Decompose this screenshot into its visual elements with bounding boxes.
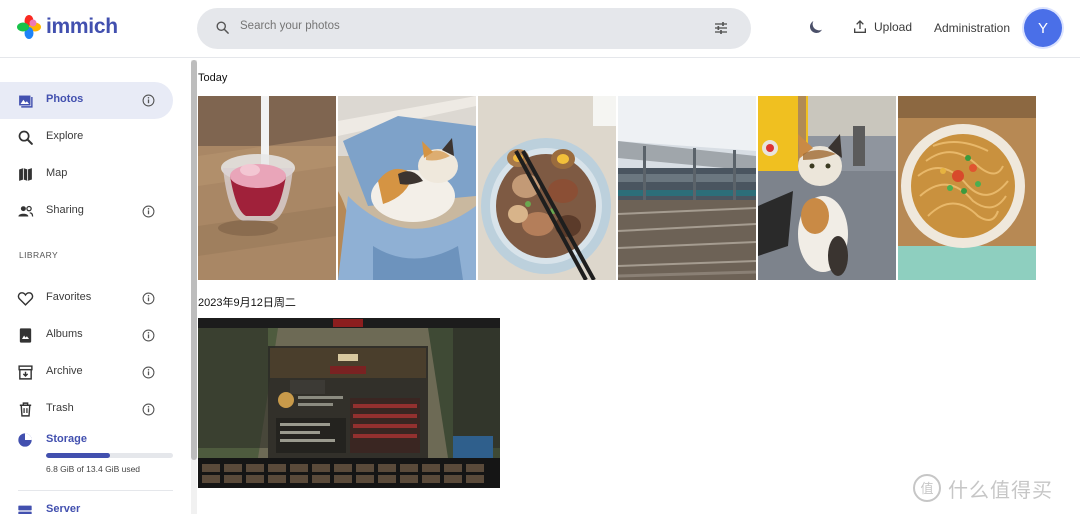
svg-text:值: 值 <box>920 481 933 497</box>
info-icon[interactable] <box>142 94 155 107</box>
storage-progress-bar <box>46 453 173 458</box>
date-group-title: Today <box>198 72 228 84</box>
sidebar-item-label: Explore <box>46 130 84 142</box>
sidebar-item-photos[interactable]: Photos <box>0 82 173 119</box>
server-label[interactable]: Server <box>46 503 80 514</box>
upload-button[interactable]: Upload <box>852 19 912 35</box>
photo-cat-chair[interactable] <box>338 96 476 280</box>
sidebar-item-label: Albums <box>46 328 83 340</box>
sidebar-divider <box>18 490 173 491</box>
sidebar-item-label: Map <box>46 167 68 179</box>
sidebar-item-label: Photos <box>46 93 84 105</box>
storage-pie-icon <box>18 433 32 447</box>
scrollbar-thumb[interactable] <box>191 60 197 460</box>
sidebar-item-label: Sharing <box>46 204 84 216</box>
archive-icon <box>18 365 33 380</box>
storage-usage-text: 6.8 GiB of 13.4 GiB used <box>46 464 141 474</box>
server-icon <box>18 505 32 514</box>
sharing-icon <box>18 205 34 217</box>
photos-icon <box>19 95 33 108</box>
search-bar[interactable] <box>197 8 751 49</box>
sidebar-item-label: Favorites <box>46 291 92 303</box>
sidebar-item-explore[interactable]: Explore <box>0 119 173 156</box>
map-icon <box>19 168 32 181</box>
app-logo[interactable]: immich <box>16 14 118 40</box>
photo-noodles[interactable] <box>898 96 1036 280</box>
app-name: immich <box>46 15 118 38</box>
user-avatar[interactable]: Y <box>1024 9 1062 47</box>
upload-icon <box>854 20 866 33</box>
explore-icon <box>18 130 33 145</box>
upload-label: Upload <box>874 20 913 34</box>
sidebar-item-sharing[interactable]: Sharing <box>0 193 173 230</box>
sidebar-item-label: Trash <box>46 402 74 414</box>
sidebar-item-map[interactable]: Map <box>0 156 173 193</box>
photo-dessert[interactable] <box>198 96 336 280</box>
sidebar-item-label: Archive <box>46 365 83 377</box>
search-icon <box>216 21 229 34</box>
watermark: 值 什么值得买 <box>912 473 1053 503</box>
search-filter-icon[interactable] <box>713 20 729 36</box>
search-input[interactable] <box>240 20 680 32</box>
albums-icon <box>19 328 32 343</box>
photo-food-bowl[interactable] <box>478 96 616 280</box>
date-group-title: 2023年9月12日周二 <box>198 297 296 309</box>
sidebar-item-trash[interactable]: Trash <box>0 391 173 428</box>
sidebar-scrollbar[interactable] <box>191 60 197 514</box>
photo-game-screenshot[interactable] <box>198 318 500 488</box>
info-icon[interactable] <box>142 205 155 218</box>
watermark-text: 什么值得买 <box>948 477 1053 502</box>
administration-link[interactable]: Administration <box>934 21 1010 35</box>
storage-progress-fill <box>46 453 111 458</box>
info-icon[interactable] <box>142 329 155 342</box>
info-icon[interactable] <box>142 292 155 305</box>
info-icon[interactable] <box>142 366 155 379</box>
photo-train-station[interactable] <box>618 96 756 280</box>
sidebar-item-albums[interactable]: Albums <box>0 317 173 354</box>
sidebar-item-archive[interactable]: Archive <box>0 354 173 391</box>
trash-icon <box>19 402 32 417</box>
watermark-logo-icon: 值 <box>913 474 941 502</box>
storage-label: Storage <box>46 433 87 445</box>
sidebar: Photos Explore Map Sharing LIBRARY Favor… <box>0 58 192 514</box>
top-bar: immich Upload Administration Y <box>0 0 1080 58</box>
photo-cat-floor[interactable] <box>758 96 896 280</box>
info-icon[interactable] <box>142 403 155 416</box>
library-heading: LIBRARY <box>19 250 59 260</box>
immich-logo-icon <box>17 15 41 39</box>
heart-icon <box>17 292 34 306</box>
sidebar-item-favorites[interactable]: Favorites <box>0 280 173 317</box>
theme-toggle-moon-icon[interactable] <box>807 18 825 36</box>
